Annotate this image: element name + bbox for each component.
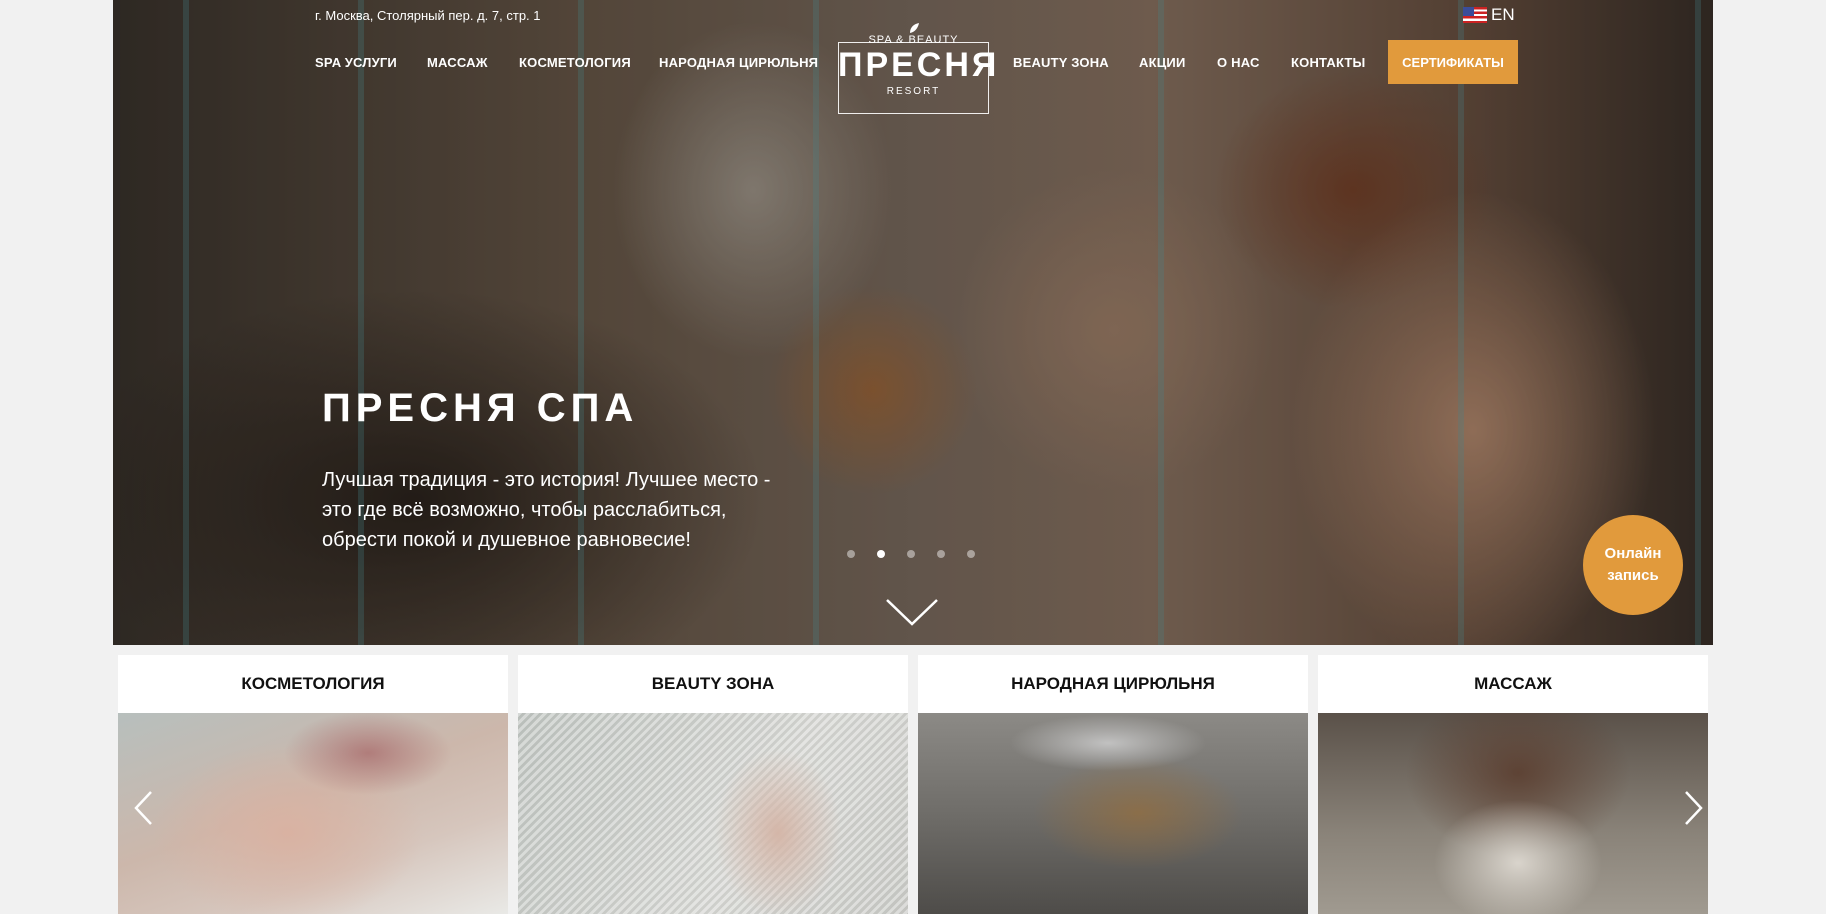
nav-massage[interactable]: МАССАЖ (427, 55, 488, 70)
nav-barbershop[interactable]: НАРОДНАЯ ЦИРЮЛЬНЯ (659, 55, 818, 70)
nav-about[interactable]: О НАС (1217, 55, 1260, 70)
card-title: НАРОДНАЯ ЦИРЮЛЬНЯ (918, 655, 1308, 713)
language-label: EN (1491, 5, 1515, 24)
chevron-down-icon[interactable] (885, 598, 939, 628)
nav-contacts[interactable]: КОНТАКТЫ (1291, 55, 1365, 70)
leaf-icon (910, 23, 919, 33)
card-barbershop[interactable]: НАРОДНАЯ ЦИРЮЛЬНЯ (918, 655, 1308, 914)
card-title: BEAUTY ЗОНА (518, 655, 908, 713)
language-switch[interactable]: EN (1463, 5, 1515, 25)
online-booking-line2: запись (1607, 567, 1659, 584)
header-address: г. Москва, Столярный пер. д. 7, стр. 1 (315, 8, 541, 23)
site-logo[interactable]: SPA & BEAUTY ПРЕСНЯ RESORT (838, 22, 1000, 114)
slider-dot[interactable] (937, 550, 945, 558)
card-image (918, 713, 1308, 914)
nav-cosmetology[interactable]: КОСМЕТОЛОГИЯ (519, 55, 631, 70)
online-booking-button[interactable]: Онлайн запись (1583, 515, 1683, 615)
us-flag-icon (1463, 7, 1487, 23)
certificates-button[interactable]: СЕРТИФИКАТЫ (1388, 40, 1518, 84)
chevron-right-icon[interactable] (1682, 790, 1704, 826)
slider-dot[interactable] (967, 550, 975, 558)
hero-title: ПРЕСНЯ СПА (322, 386, 639, 430)
card-cosmetology[interactable]: КОСМЕТОЛОГИЯ (118, 655, 508, 914)
slider-dots (847, 550, 975, 558)
nav-promotions[interactable]: АКЦИИ (1139, 55, 1186, 70)
nav-beauty-zone[interactable]: BEAUTY ЗОНА (1013, 55, 1109, 70)
online-booking-line1: Онлайн (1604, 545, 1662, 562)
logo-subtitle: RESORT (886, 86, 941, 97)
nav-spa-services[interactable]: SPA УСЛУГИ (315, 55, 397, 70)
hero-description: Лучшая традиция - это история! Лучшее ме… (322, 469, 771, 551)
card-image (118, 713, 508, 914)
slider-dot[interactable] (847, 550, 855, 558)
card-title: КОСМЕТОЛОГИЯ (118, 655, 508, 713)
slider-dot[interactable] (907, 550, 915, 558)
chevron-left-icon[interactable] (133, 790, 155, 826)
card-image (1318, 713, 1708, 914)
logo-name: ПРЕСНЯ (838, 46, 1000, 84)
logo-tagline: SPA & BEAUTY (868, 34, 959, 46)
card-title: МАССАЖ (1318, 655, 1708, 713)
slider-dot-active[interactable] (877, 550, 885, 558)
card-image (518, 713, 908, 914)
card-massage[interactable]: МАССАЖ (1318, 655, 1708, 914)
card-beauty-zone[interactable]: BEAUTY ЗОНА (518, 655, 908, 914)
